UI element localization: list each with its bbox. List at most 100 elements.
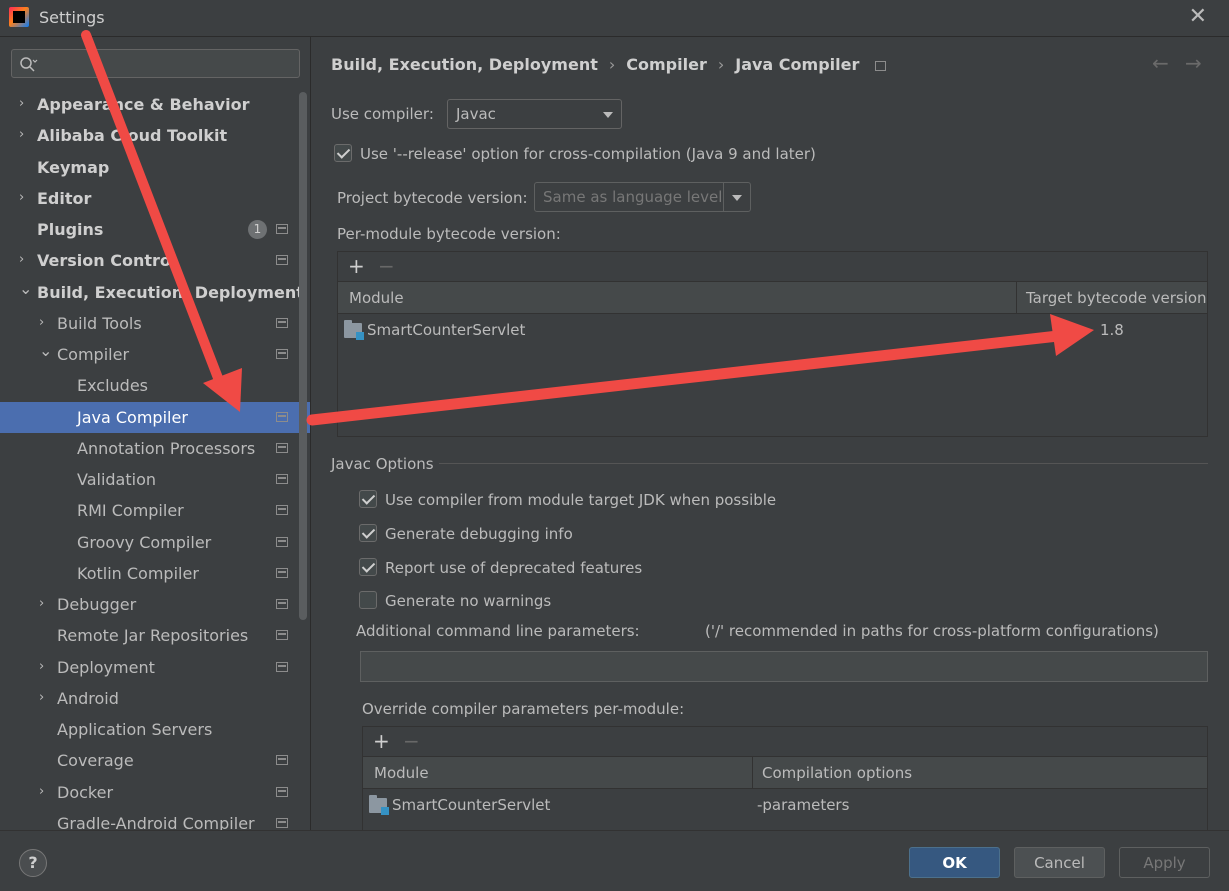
sidebar-item-debugger[interactable]: › Debugger [0,589,296,620]
back-arrow-icon[interactable]: ← [1152,51,1169,75]
sidebar-item-validation[interactable]: Validation [0,464,296,495]
project-scope-icon [276,443,288,453]
sidebar-scrollbar[interactable] [299,92,307,620]
deprecated-features-checkbox[interactable] [359,558,377,576]
sidebar-item-label: Validation [77,470,157,489]
remove-icon[interactable]: − [378,254,395,278]
override-table: + − Module Compilation options SmartCoun… [362,726,1208,830]
sidebar-item-label: Java Compiler [77,408,188,427]
sidebar-item-keymap[interactable]: Keymap [0,152,296,183]
sidebar-item-appearance-behavior[interactable]: › Appearance & Behavior [0,89,296,120]
sidebar-item-java-compiler[interactable]: Java Compiler [0,402,310,433]
sidebar-item-label: Appearance & Behavior [37,95,250,114]
use-compiler-label: Use compiler: [331,105,434,123]
sidebar-item-version-control[interactable]: › Version Control [0,245,296,276]
sidebar-item-label: Compiler [57,345,130,364]
column-header-target[interactable]: Target bytecode version [1026,289,1207,307]
chevron-right-icon[interactable]: › [39,596,51,612]
update-count-badge: 1 [248,220,267,239]
forward-arrow-icon[interactable]: → [1185,51,1202,75]
sidebar-item-rmi-compiler[interactable]: RMI Compiler [0,495,296,526]
sidebar-item-label: Groovy Compiler [77,533,212,552]
project-scope-icon [276,630,288,640]
chevron-right-icon[interactable]: › [39,784,51,800]
column-header-module[interactable]: Module [349,289,404,307]
add-icon[interactable]: + [373,729,390,753]
sidebar-item-remote-jar-repositories[interactable]: Remote Jar Repositories [0,620,296,651]
sidebar-item-groovy-compiler[interactable]: Groovy Compiler [0,527,296,558]
intellij-logo-icon [9,7,29,27]
sidebar-item-label: Build Tools [57,314,142,333]
use-module-jdk-checkbox[interactable] [359,490,377,508]
project-bytecode-select[interactable]: Same as language level [534,182,751,212]
release-option-checkbox[interactable] [334,144,352,162]
project-scope-icon [276,818,288,828]
sidebar-item-build-execution-deployment[interactable]: ⌄ Build, Execution, Deployment [0,277,304,308]
sidebar-item-gradle-android-compiler[interactable]: Gradle-Android Compiler [0,808,296,830]
breadcrumb-build[interactable]: Build, Execution, Deployment [331,55,598,74]
additional-params-input[interactable] [360,651,1208,682]
chevron-right-icon[interactable]: › [19,96,31,112]
chevron-down-icon[interactable]: ⌄ [19,279,32,298]
sidebar-item-docker[interactable]: › Docker [0,777,296,808]
breadcrumb: Build, Execution, Deployment › Compiler › Ja… [331,55,887,74]
use-compiler-select[interactable]: Javac [447,99,622,129]
column-header-module[interactable]: Module [374,764,429,782]
sidebar-item-coverage[interactable]: Coverage [0,745,296,776]
sidebar-item-plugins[interactable]: Plugins 1 [0,214,296,245]
dialog-footer: ? OK Cancel Apply [0,830,1229,891]
target-version[interactable]: 1.8 [1100,321,1124,339]
sidebar-item-editor[interactable]: › Editor [0,183,296,214]
compilation-options-value[interactable]: -parameters [757,796,849,814]
sidebar-item-annotation-processors[interactable]: Annotation Processors [0,433,296,464]
sidebar-item-label: Application Servers [57,720,213,739]
project-scope-icon [276,537,288,547]
sidebar-item-compiler[interactable]: ⌄ Compiler [0,339,296,370]
breadcrumb-java-compiler: Java Compiler [735,55,860,74]
chevron-right-icon[interactable]: › [19,252,31,268]
section-divider [439,463,1208,464]
remove-icon[interactable]: − [403,729,420,753]
sidebar-item-deployment[interactable]: › Deployment [0,652,296,683]
sidebar-item-label: Alibaba Cloud Toolkit [37,126,228,145]
column-header-options[interactable]: Compilation options [762,764,912,782]
cancel-button[interactable]: Cancel [1014,847,1105,878]
sidebar-item-label: Plugins [37,220,104,239]
chevron-right-icon[interactable]: › [39,659,51,675]
sidebar-item-excludes[interactable]: Excludes [0,370,296,401]
use-module-jdk-label: Use compiler from module target JDK when… [385,491,777,509]
override-label: Override compiler parameters per-module: [362,700,685,718]
chevron-right-icon[interactable]: › [19,190,31,206]
debug-info-checkbox[interactable] [359,524,377,542]
chevron-right-icon[interactable]: › [19,127,31,143]
window-title: Settings [39,8,105,27]
project-bytecode-label: Project bytecode version: [337,189,528,207]
title-bar: Settings ✕ [0,0,1229,37]
breadcrumb-separator: › [608,55,616,74]
no-warnings-checkbox[interactable] [359,591,377,609]
table-toolbar: + − [338,252,1207,282]
project-scope-icon [875,60,887,71]
project-scope-icon [276,349,288,359]
project-scope-icon [276,255,288,265]
search-icon [20,57,38,72]
sidebar-item-android[interactable]: › Android [0,683,296,714]
chevron-right-icon[interactable]: › [39,690,51,706]
chevron-down-icon[interactable]: ⌄ [39,341,52,360]
breadcrumb-separator: › [717,55,725,74]
sidebar-item-label: Remote Jar Repositories [57,626,249,645]
add-icon[interactable]: + [348,254,365,278]
apply-button[interactable]: Apply [1119,847,1210,878]
project-scope-icon [276,662,288,672]
sidebar-item-alibaba-cloud-toolkit[interactable]: › Alibaba Cloud Toolkit [0,120,296,151]
sidebar-item-build-tools[interactable]: › Build Tools [0,308,296,339]
chevron-right-icon[interactable]: › [39,315,51,331]
sidebar-item-application-servers[interactable]: Application Servers [0,714,296,745]
help-button[interactable]: ? [19,849,47,877]
sidebar-item-kotlin-compiler[interactable]: Kotlin Compiler [0,558,296,589]
ok-button[interactable]: OK [909,847,1000,878]
breadcrumb-compiler[interactable]: Compiler [626,55,707,74]
no-warnings-label: Generate no warnings [385,592,552,610]
close-icon[interactable]: ✕ [1189,6,1207,28]
search-input[interactable] [11,49,300,78]
